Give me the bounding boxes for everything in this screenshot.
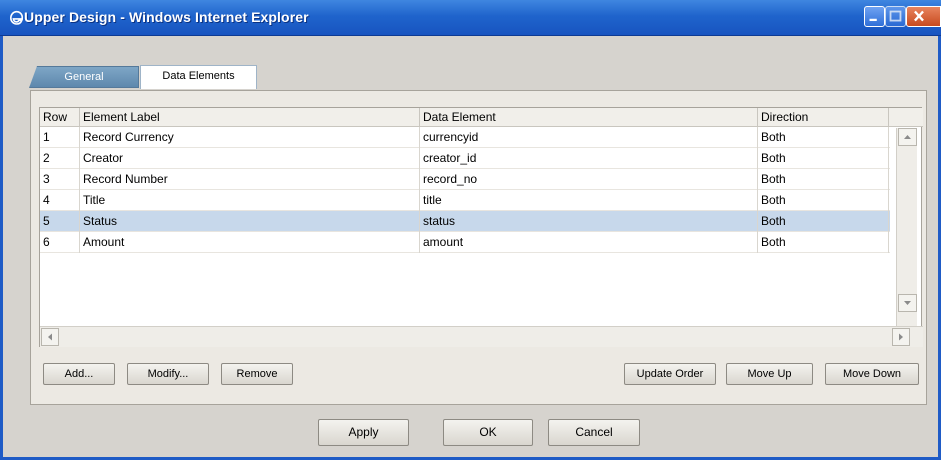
- data-element-cell: currencyid: [420, 127, 758, 148]
- scroll-up-button[interactable]: [898, 128, 917, 146]
- direction-cell: Both: [758, 211, 889, 232]
- data-elements-panel: Row Element Label Data Element Direction…: [30, 90, 927, 405]
- element-label-cell: Amount: [80, 232, 420, 253]
- column-header-data-element[interactable]: Data Element: [420, 108, 758, 127]
- dialog-body: General Data Elements Row Element Label …: [0, 36, 941, 460]
- direction-cell: Both: [758, 169, 889, 190]
- row-number: 5: [40, 211, 80, 232]
- ok-button[interactable]: OK: [443, 419, 533, 446]
- table-row[interactable]: 2 Creator creator_id Both: [40, 148, 890, 169]
- direction-cell: Both: [758, 127, 889, 148]
- element-label-cell: Status: [80, 211, 420, 232]
- chevron-right-icon: [899, 333, 903, 341]
- table-row[interactable]: 4 Title title Both: [40, 190, 890, 211]
- element-label-cell: Record Currency: [80, 127, 420, 148]
- data-element-cell: title: [420, 190, 758, 211]
- scroll-down-button[interactable]: [898, 294, 917, 312]
- table-row[interactable]: 1 Record Currency currencyid Both: [40, 127, 890, 148]
- table-row-selected[interactable]: 5 Status status Both: [40, 211, 890, 232]
- chevron-left-icon: [48, 333, 52, 341]
- table-row[interactable]: 6 Amount amount Both: [40, 232, 890, 253]
- element-label-cell: Title: [80, 190, 420, 211]
- browser-window: Upper Design - Windows Internet Explorer…: [0, 0, 941, 460]
- row-number: 3: [40, 169, 80, 190]
- direction-cell: Both: [758, 190, 889, 211]
- column-header-direction[interactable]: Direction: [758, 108, 889, 127]
- tab-data-elements[interactable]: Data Elements: [140, 65, 257, 89]
- chevron-down-icon: [904, 301, 911, 305]
- column-header-row[interactable]: Row: [40, 108, 80, 127]
- remove-button[interactable]: Remove: [221, 363, 293, 385]
- close-button[interactable]: [906, 6, 941, 27]
- data-element-cell: amount: [420, 232, 758, 253]
- table-body: 1 Record Currency currencyid Both 2 Crea…: [40, 127, 890, 327]
- data-element-cell: creator_id: [420, 148, 758, 169]
- move-down-button[interactable]: Move Down: [825, 363, 919, 385]
- modify-button[interactable]: Modify...: [127, 363, 209, 385]
- column-header-element-label[interactable]: Element Label: [80, 108, 420, 127]
- tab-general[interactable]: General: [29, 66, 139, 88]
- horizontal-scrollbar[interactable]: [40, 326, 923, 347]
- direction-cell: Both: [758, 148, 889, 169]
- data-elements-table: Row Element Label Data Element Direction…: [39, 107, 923, 347]
- row-number: 4: [40, 190, 80, 211]
- row-number: 6: [40, 232, 80, 253]
- scroll-left-button[interactable]: [41, 328, 59, 346]
- vertical-scrollbar[interactable]: [896, 128, 917, 328]
- table-row[interactable]: 3 Record Number record_no Both: [40, 169, 890, 190]
- element-label-cell: Record Number: [80, 169, 420, 190]
- maximize-button[interactable]: [885, 6, 906, 27]
- move-up-button[interactable]: Move Up: [726, 363, 813, 385]
- apply-button[interactable]: Apply: [318, 419, 409, 446]
- direction-cell: Both: [758, 232, 889, 253]
- data-element-cell: record_no: [420, 169, 758, 190]
- add-button[interactable]: Add...: [43, 363, 115, 385]
- title-bar[interactable]: Upper Design - Windows Internet Explorer: [0, 0, 941, 36]
- update-order-button[interactable]: Update Order: [624, 363, 716, 385]
- minimize-button[interactable]: [864, 6, 885, 27]
- element-label-cell: Creator: [80, 148, 420, 169]
- row-number: 2: [40, 148, 80, 169]
- table-header: Row Element Label Data Element Direction: [40, 108, 923, 127]
- cancel-button[interactable]: Cancel: [548, 419, 640, 446]
- data-element-cell: status: [420, 211, 758, 232]
- chevron-up-icon: [904, 135, 911, 139]
- scroll-right-button[interactable]: [892, 328, 910, 346]
- row-number: 1: [40, 127, 80, 148]
- window-title: Upper Design - Windows Internet Explorer: [24, 9, 309, 25]
